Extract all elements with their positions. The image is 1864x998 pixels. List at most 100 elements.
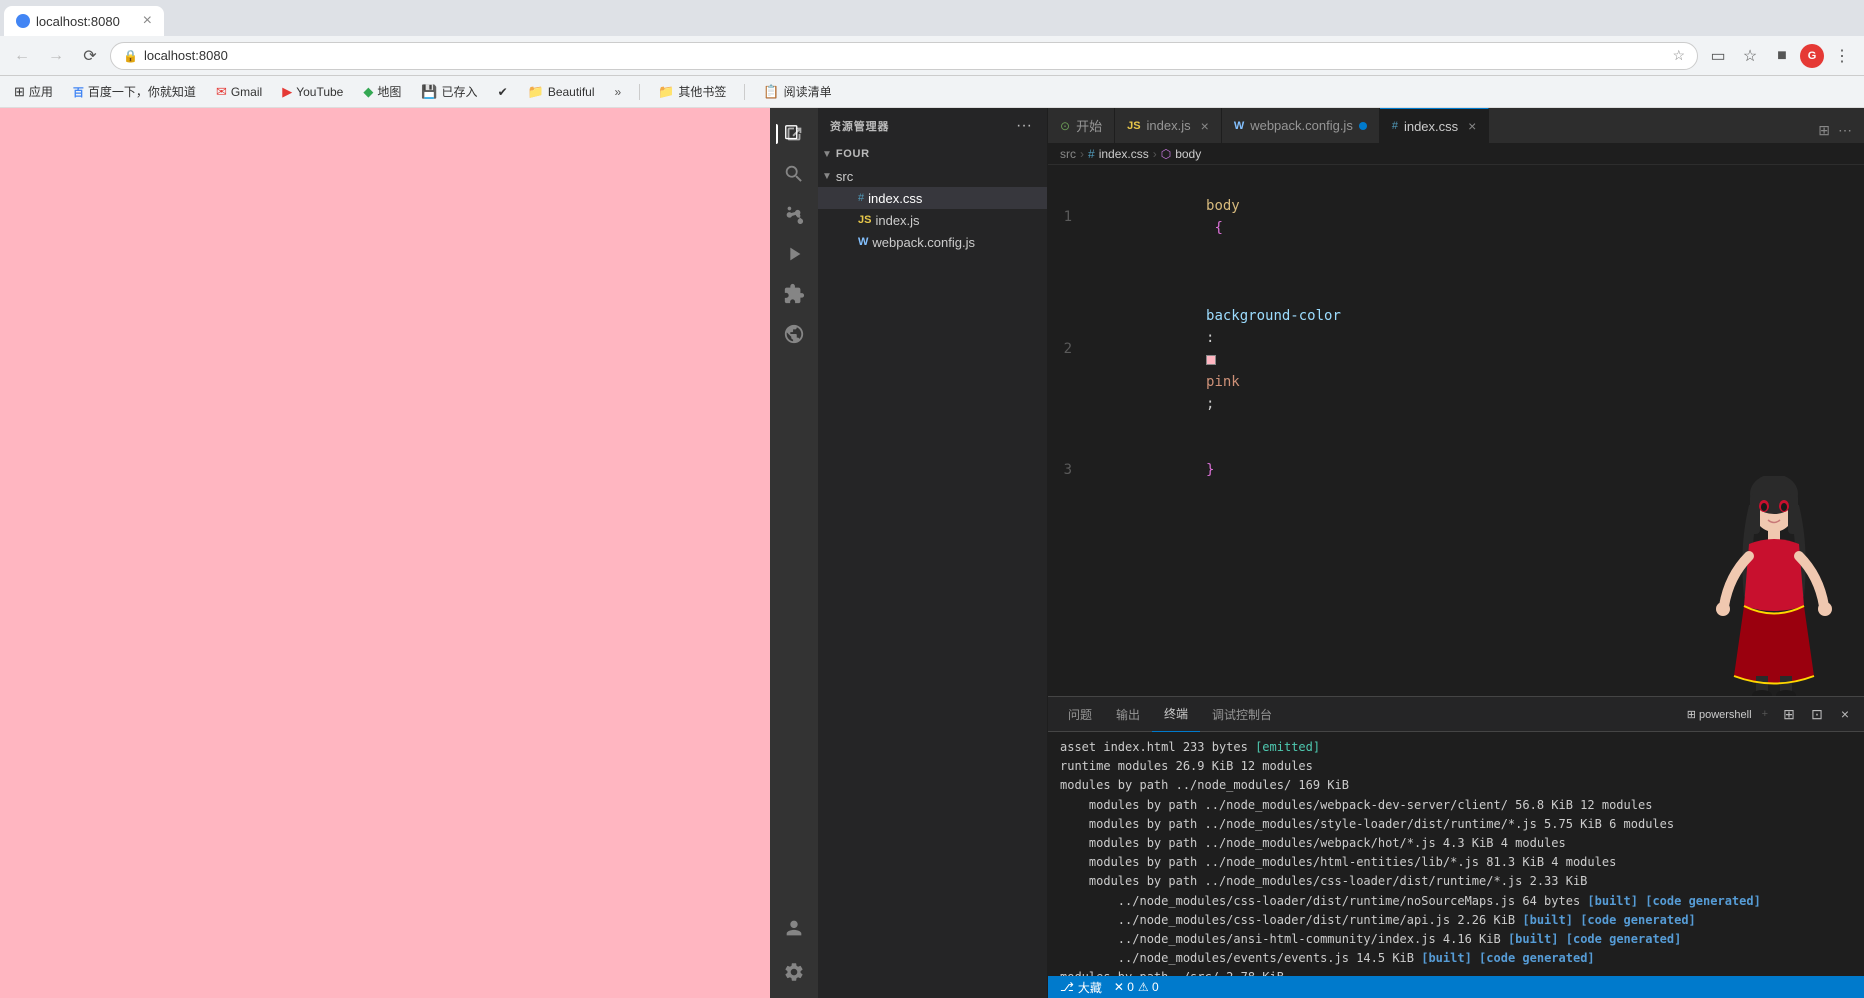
css-value: pink	[1206, 374, 1240, 390]
bookmark-label: YouTube	[296, 85, 343, 99]
bookmark-icon: ✔	[498, 85, 508, 99]
cast-button[interactable]: ▭	[1704, 42, 1732, 70]
extensions-activity-icon[interactable]	[776, 276, 812, 312]
tab-close-icon[interactable]: ×	[1201, 118, 1209, 134]
address-bar[interactable]: 🔒 localhost:8080 ☆	[110, 42, 1698, 70]
bookmark-save[interactable]: 💾 已存入	[415, 81, 483, 102]
tree-root[interactable]: ▼ FOUR	[818, 143, 1047, 165]
terminal-line: ../node_modules/ansi-html-community/inde…	[1060, 930, 1852, 949]
indent	[1206, 286, 1240, 302]
terminal-tab-list: 问题 输出 终端 调试控制台	[1056, 697, 1284, 732]
warning-icon: ⚠ 0	[1138, 980, 1159, 994]
vscode-window: 资源管理器 ··· ▼ FOUR ▼ src # index.css	[770, 108, 1864, 998]
color-swatch[interactable]	[1206, 355, 1216, 365]
css-tab-icon: #	[1392, 120, 1398, 132]
code-editor[interactable]: 1 body { 2 background-color :	[1048, 165, 1864, 696]
bookmark-label: 地图	[377, 83, 401, 100]
tab-label: index.js	[1147, 118, 1191, 133]
youtube-icon: ▶	[282, 84, 292, 100]
tab-label: localhost:8080	[36, 14, 120, 29]
more-bookmarks[interactable]: »	[609, 83, 628, 101]
sidebar-header: 资源管理器 ···	[818, 108, 1047, 143]
terminal-content[interactable]: asset index.html 233 bytes [emitted] run…	[1048, 732, 1864, 976]
close-panel-button[interactable]: ×	[1834, 703, 1856, 725]
browser-toolbar: ← → ⟳ 🔒 localhost:8080 ☆ ▭ ☆ ■ G ⋮	[0, 36, 1864, 76]
code-line-3: 3 }	[1048, 437, 1864, 503]
tree-file-indexjs[interactable]: JS index.js	[818, 209, 1047, 231]
chevron-icon: ▼	[822, 149, 832, 160]
baidu-icon: 百	[73, 84, 84, 100]
editor-and-char: 1 body { 2 background-color :	[1048, 165, 1864, 696]
sidebar-more-button[interactable]: ···	[1013, 115, 1035, 137]
bookmark-label: 百度一下，你就知道	[88, 83, 196, 100]
js-file-icon: JS	[858, 214, 871, 226]
star-button[interactable]: ☆	[1736, 42, 1764, 70]
bookmark-readlist[interactable]: 📋 阅读清单	[757, 81, 837, 102]
bookmark-label: 应用	[29, 83, 53, 100]
forward-button[interactable]: →	[42, 42, 70, 70]
breadcrumb-hash: #	[1088, 147, 1095, 161]
terminal-tabs: 问题 输出 终端 调试控制台 ⊞ powershell	[1048, 697, 1864, 732]
split-terminal-button[interactable]: ⊞	[1778, 703, 1800, 725]
tab-indexcss[interactable]: # index.css ×	[1380, 108, 1490, 143]
bookmark-apps[interactable]: ⊞ 应用	[8, 81, 59, 102]
maximize-panel-button[interactable]: ⊡	[1806, 703, 1828, 725]
tree-src-folder[interactable]: ▼ src	[818, 165, 1047, 187]
explorer-icon[interactable]	[776, 116, 812, 152]
breadcrumb-symbol-icon: ⬡	[1161, 147, 1171, 161]
search-activity-icon[interactable]	[776, 156, 812, 192]
tab-label: 终端	[1164, 705, 1188, 722]
css-semicolon: ;	[1206, 396, 1214, 412]
code-line-2: 2 background-color : pink ;	[1048, 261, 1864, 437]
status-errors[interactable]: ✕ 0 ⚠ 0	[1114, 980, 1159, 994]
bookmark-youtube[interactable]: ▶ YouTube	[276, 82, 349, 102]
bookmark-beautiful[interactable]: 📁 Beautiful	[522, 82, 601, 102]
remote-icon[interactable]	[776, 316, 812, 352]
terminal-tab-terminal[interactable]: 终端	[1152, 697, 1200, 732]
bookmark-gmail[interactable]: ✉ Gmail	[210, 82, 268, 102]
extensions-button[interactable]: ■	[1768, 42, 1796, 70]
reload-button[interactable]: ⟳	[76, 42, 104, 70]
tab-close-button[interactable]: ×	[143, 12, 152, 30]
run-debug-icon[interactable]	[776, 236, 812, 272]
tab-webpack[interactable]: W webpack.config.js	[1222, 108, 1380, 143]
bookmark-star-icon[interactable]: ☆	[1672, 47, 1685, 64]
terminal-line: modules by path ../node_modules/webpack-…	[1060, 796, 1852, 815]
tab-close-icon[interactable]: ×	[1468, 118, 1476, 134]
other-bookmarks-icon: 📁	[658, 84, 674, 100]
bookmark-v[interactable]: ✔	[492, 83, 514, 101]
source-control-icon[interactable]	[776, 196, 812, 232]
activity-bar	[770, 108, 818, 998]
tab-indexjs[interactable]: JS index.js ×	[1115, 108, 1222, 143]
tab-label: 开始	[1076, 116, 1102, 135]
more-editor-button[interactable]: ⋯	[1834, 118, 1856, 143]
tree-file-webpack[interactable]: W webpack.config.js	[818, 231, 1047, 253]
bookmark-other[interactable]: 📁 其他书签	[652, 81, 732, 102]
chevron-icon: ▼	[822, 171, 832, 182]
browser-tabs: localhost:8080 ×	[0, 0, 1864, 36]
split-editor-button[interactable]: ⊞	[1814, 118, 1834, 143]
browser-tab[interactable]: localhost:8080 ×	[4, 6, 164, 36]
bookmark-baidu[interactable]: 百 百度一下，你就知道	[67, 81, 202, 102]
terminal-tab-problems[interactable]: 问题	[1056, 697, 1104, 732]
back-button[interactable]: ←	[8, 42, 36, 70]
css-selector: body	[1206, 198, 1240, 214]
tab-start[interactable]: ⊙ 开始	[1048, 108, 1115, 143]
account-icon[interactable]	[776, 910, 812, 946]
terminal-line: modules by path ../node_modules/webpack/…	[1060, 834, 1852, 853]
line-content-3: }	[1088, 437, 1864, 503]
menu-button[interactable]: ⋮	[1828, 42, 1856, 70]
status-branch[interactable]: ⎇ 大藏	[1060, 979, 1102, 996]
profile-avatar[interactable]: G	[1800, 44, 1824, 68]
settings-icon[interactable]	[776, 954, 812, 990]
toolbar-actions: ▭ ☆ ■ G ⋮	[1704, 42, 1856, 70]
tree-file-indexcss[interactable]: # index.css	[818, 187, 1047, 209]
breadcrumb-sep2: ›	[1153, 147, 1157, 161]
terminal-tab-debug[interactable]: 调试控制台	[1200, 697, 1284, 732]
terminal-tab-output[interactable]: 输出	[1104, 697, 1152, 732]
tab-label: index.css	[1404, 119, 1458, 134]
lock-icon: 🔒	[123, 49, 138, 63]
bookmark-label: Beautiful	[548, 85, 595, 99]
breadcrumb-selector: body	[1175, 147, 1201, 161]
bookmark-maps[interactable]: ◆ 地图	[357, 81, 407, 102]
